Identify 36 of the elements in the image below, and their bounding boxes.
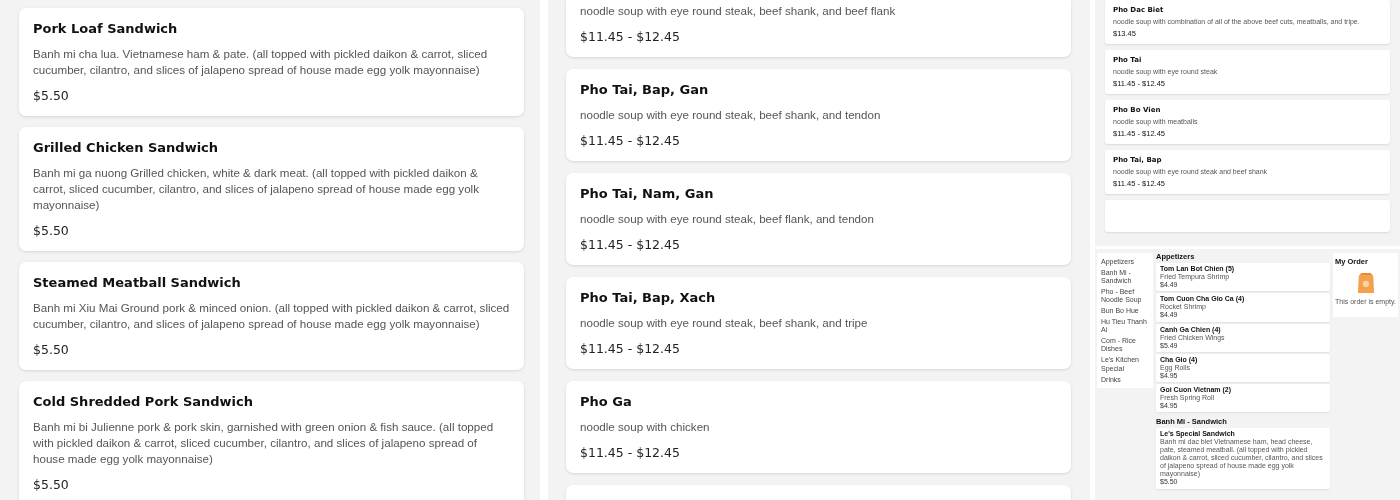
item-name: Pork Loaf Sandwich bbox=[33, 21, 179, 36]
item-price: $11.45 - $12.45 bbox=[580, 237, 681, 252]
item-description: Banh mi Xiu Mai Ground pork & minced onion. (all topped with pickled daikon & carrot, sliced cucumber, cilantro, and slices of jalapeno spread of house made egg yolk mayonnaise) bbox=[33, 300, 510, 332]
item-name: Pho Ga bbox=[580, 394, 633, 409]
item-description: noodle soup with eye round steak, beef shank, and tripe bbox=[580, 315, 869, 331]
menu-item-card[interactable] bbox=[19, 127, 524, 251]
item-price: $11.45 - $12.45 bbox=[580, 445, 681, 460]
item-price: $11.45 - $12.45 bbox=[580, 133, 681, 148]
item-description: noodle soup with eye round steak, beef flank, and tendon bbox=[580, 211, 875, 227]
item-description: noodle soup with eye round steak, beef shank, and tendon bbox=[580, 107, 882, 123]
menu-item-card[interactable] bbox=[19, 262, 524, 370]
bag-icon bbox=[1356, 272, 1375, 294]
item-price: $5.50 bbox=[33, 477, 70, 492]
item-name: Pho Tai, Bap, Xach bbox=[580, 290, 717, 305]
menu-item-card[interactable]: Pho Tai, Bap, Gan noodle soup with eye round steak, beef shank, and tendon $11.45 - $12.45 bbox=[566, 69, 1071, 161]
item-name: Cold Shredded Pork Sandwich bbox=[33, 394, 255, 409]
item-price: $5.50 bbox=[33, 342, 70, 357]
item-name: Pho Tai, Nam, Gan bbox=[580, 186, 715, 201]
item-price: $11.45 - $12.45 bbox=[580, 341, 681, 356]
item-price: $5.50 bbox=[33, 88, 70, 103]
item-price: $11.45 - $12.45 bbox=[580, 29, 681, 44]
menu-item-card[interactable]: Pork Loaf Sandwich Banh mi cha lua. Vietnamese ham & pate. (all topped with pickled daikon & carrot, sliced cucumber, cilantro, and slices of jalapeno spread of house made egg yolk mayonnaise) $5.50 bbox=[19, 8, 524, 116]
item-name: Steamed Meatball Sandwich bbox=[33, 275, 242, 290]
item-name: Pho Tai, Bap, Gan bbox=[580, 82, 710, 97]
menu-item-card[interactable]: noodle soup with eye round steak, beef shank, and beef flank $11.45 - $12.45 bbox=[566, 0, 1071, 57]
menu-item-card[interactable]: Pho Tai, Nam, Gan noodle soup with eye round steak, beef flank, and tendon $11.45 - $12.45 bbox=[566, 173, 1071, 265]
item-description: Banh mi ga nuong Grilled chicken, white & dark meat. (all topped with pickled daikon & carrot, sliced cucumber, cilantro, and slices of jalapeno spread of house made egg yolk mayonnaise) bbox=[33, 165, 480, 213]
item-name: Grilled Chicken Sandwich bbox=[33, 140, 220, 155]
item-description: noodle soup with chicken bbox=[580, 419, 711, 435]
menu-item-card[interactable] bbox=[1156, 428, 1330, 489]
item-description: noodle soup with eye round steak, beef shank, and beef flank bbox=[580, 3, 897, 19]
item-price: $5.50 bbox=[33, 223, 70, 238]
menu-item-card[interactable]: Pho Tai, Bap, Xach noodle soup with eye round steak, beef shank, and tripe $11.45 - $12.45 bbox=[566, 277, 1071, 369]
item-description: Banh mi cha lua. Vietnamese ham & pate. (all topped with pickled daikon & carrot, sliced cucumber, cilantro, and slices of jalapeno spread of house made egg yolk mayonnaise) bbox=[33, 46, 489, 78]
menu-item-card[interactable]: Pho Ga noodle soup with chicken $11.45 - $12.45 bbox=[566, 381, 1071, 473]
item-description: Banh mi bi Julienne pork & pork skin, garnished with green onion & fish sauce. (all topped with pickled daikon & carrot, sliced cucumber, cilantro, and slices of jalapeno spread of house made egg yolk mayonnaise) bbox=[33, 419, 495, 467]
